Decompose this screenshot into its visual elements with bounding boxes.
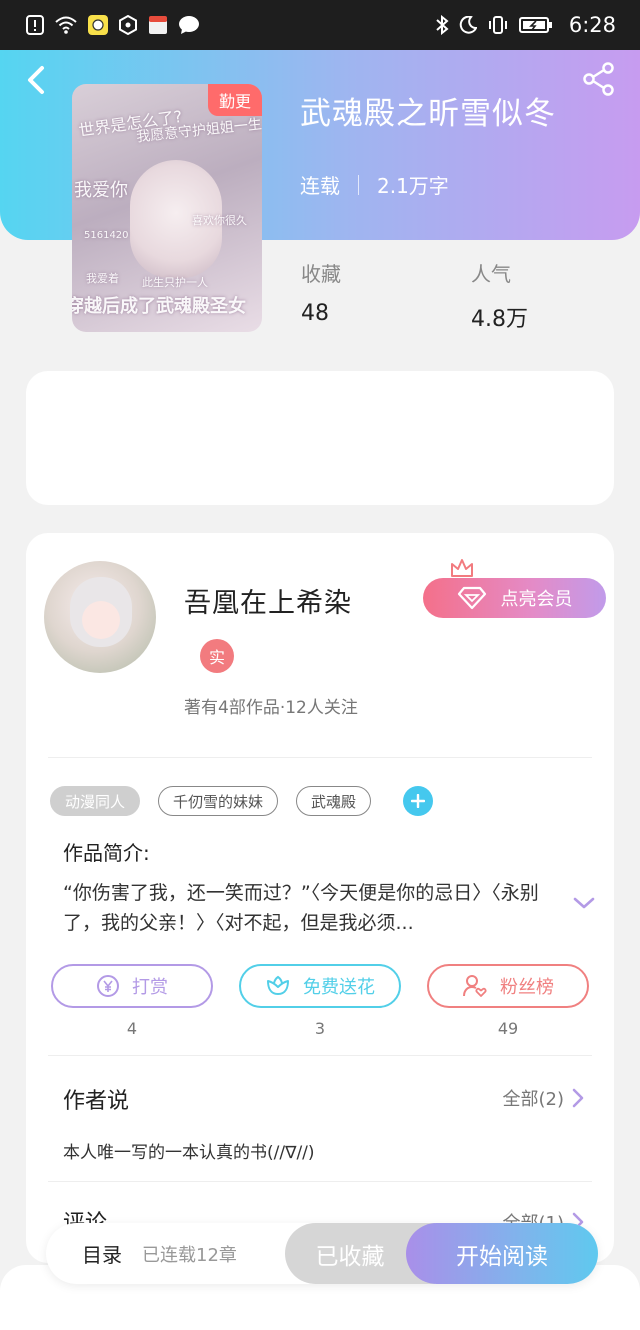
start-reading-label: 开始阅读 — [456, 1243, 548, 1270]
toc-status: 已连载12章 — [142, 1244, 237, 1266]
crown-icon — [451, 559, 473, 577]
share-icon — [583, 62, 614, 96]
cover-text: 此生只护一人 — [142, 276, 208, 289]
plus-icon — [411, 794, 426, 808]
reward-count: 4 — [126, 1019, 138, 1038]
divider — [48, 757, 592, 758]
tag-item[interactable]: 武魂殿 — [296, 786, 372, 816]
user-heart-icon — [463, 975, 487, 997]
cover-text: 喜欢你很久 — [192, 214, 247, 227]
fan-ranking-label: 粉丝榜 — [500, 977, 554, 998]
start-reading-button[interactable]: 开始阅读 — [406, 1223, 598, 1284]
book-status-row: 连载 2.1万字 — [300, 170, 449, 199]
chevron-right-icon — [572, 1088, 584, 1108]
author-says-content: 本人唯一写的一本认真的书(//∇//) — [63, 1143, 315, 1163]
flower-count: 3 — [314, 1019, 326, 1038]
favorites-value: 48 — [301, 301, 329, 326]
author-says-heading: 作者说 — [63, 1089, 130, 1114]
bottom-action-bar: 目录 已连载12章 已收藏 开始阅读 — [46, 1223, 598, 1284]
verified-badge: 实 — [200, 639, 234, 673]
clock-time: 6:28 — [568, 13, 616, 37]
status-bar-right: 6:28 — [435, 13, 616, 37]
author-avatar[interactable] — [44, 561, 156, 673]
cover-text: 我爱你 — [74, 180, 128, 201]
vip-button[interactable]: 点亮会员 — [423, 578, 606, 618]
send-flower-label: 免费送花 — [303, 977, 375, 998]
chat-bubble-icon — [178, 14, 200, 36]
book-title: 武魂殿之昕雪似冬 — [300, 96, 556, 132]
reward-button[interactable]: 打赏 — [51, 964, 213, 1008]
empty-card — [26, 371, 614, 505]
moon-icon — [459, 14, 477, 36]
status-bar-left — [26, 14, 200, 36]
alert-icon — [26, 14, 44, 36]
back-button[interactable] — [22, 62, 54, 98]
back-arrow-icon — [28, 66, 44, 94]
diamond-icon — [457, 586, 486, 610]
cover-text: 穿越后成了武魂殿圣女 — [72, 296, 246, 317]
word-count: 2.1万字 — [377, 174, 449, 198]
book-info-card: 吾凰在上希染 实 著有4部作品·12人关注 点亮会员 动漫同人 千仞雪的妹妹 武… — [26, 533, 614, 1263]
fan-ranking-button[interactable]: 粉丝榜 — [427, 964, 589, 1008]
author-says-all-label: 全部(2) — [502, 1089, 565, 1110]
vip-button-label: 点亮会员 — [500, 589, 573, 610]
fan-count: 49 — [497, 1019, 519, 1038]
bluetooth-icon — [435, 14, 449, 36]
wifi-icon — [54, 14, 78, 36]
collected-label: 已收藏 — [315, 1243, 385, 1270]
cover-text: 我爱着 — [86, 272, 119, 285]
vibrate-icon — [487, 14, 509, 36]
author-name[interactable]: 吾凰在上希染 — [184, 581, 352, 620]
chevron-down-icon[interactable] — [572, 895, 596, 911]
tag-item[interactable]: 千仞雪的妹妹 — [158, 786, 279, 816]
status-bar: 6:28 — [0, 0, 640, 50]
share-button[interactable] — [582, 62, 616, 96]
book-cover[interactable]: 世界是怎么了? 我愿意守护姐姐一生 我爱你 喜欢你很久 5161420 我爱着 … — [72, 84, 262, 332]
divider — [358, 174, 359, 195]
popularity-stat: 人气 4.8万 — [471, 258, 528, 333]
hexagon-app-icon — [118, 14, 138, 36]
toc-button[interactable]: 目录 — [82, 1239, 122, 1268]
app-notification-icon — [88, 14, 108, 36]
cover-text: 5161420 — [84, 230, 129, 241]
divider — [48, 1181, 592, 1182]
update-badge: 勤更 — [208, 84, 262, 116]
reward-label: 打赏 — [132, 977, 168, 998]
yen-coin-icon — [97, 975, 119, 997]
favorites-label: 收藏 — [301, 262, 341, 286]
shop-app-icon — [148, 14, 168, 36]
serial-status: 连载 — [300, 174, 340, 198]
popularity-label: 人气 — [471, 262, 511, 286]
tag-item[interactable]: 动漫同人 — [50, 786, 141, 816]
flower-icon — [267, 975, 289, 995]
send-flower-button[interactable]: 免费送花 — [239, 964, 401, 1008]
divider — [48, 1055, 592, 1056]
add-tag-button[interactable] — [403, 786, 434, 816]
avatar-face — [82, 601, 120, 639]
battery-icon — [518, 14, 553, 36]
author-meta: 著有4部作品·12人关注 — [184, 698, 358, 718]
author-says-all-link[interactable]: 全部(2) — [503, 1085, 585, 1111]
favorites-stat: 收藏 48 — [301, 258, 341, 326]
synopsis-heading: 作品简介: — [63, 841, 150, 865]
tag-list: 动漫同人 千仞雪的妹妹 武魂殿 — [50, 786, 434, 816]
popularity-value: 4.8万 — [471, 307, 528, 332]
synopsis-text[interactable]: “你伤害了我，还一笑而过？”〈今天便是你的忌日〉〈永别了，我的父亲！〉〈对不起，… — [63, 878, 543, 938]
